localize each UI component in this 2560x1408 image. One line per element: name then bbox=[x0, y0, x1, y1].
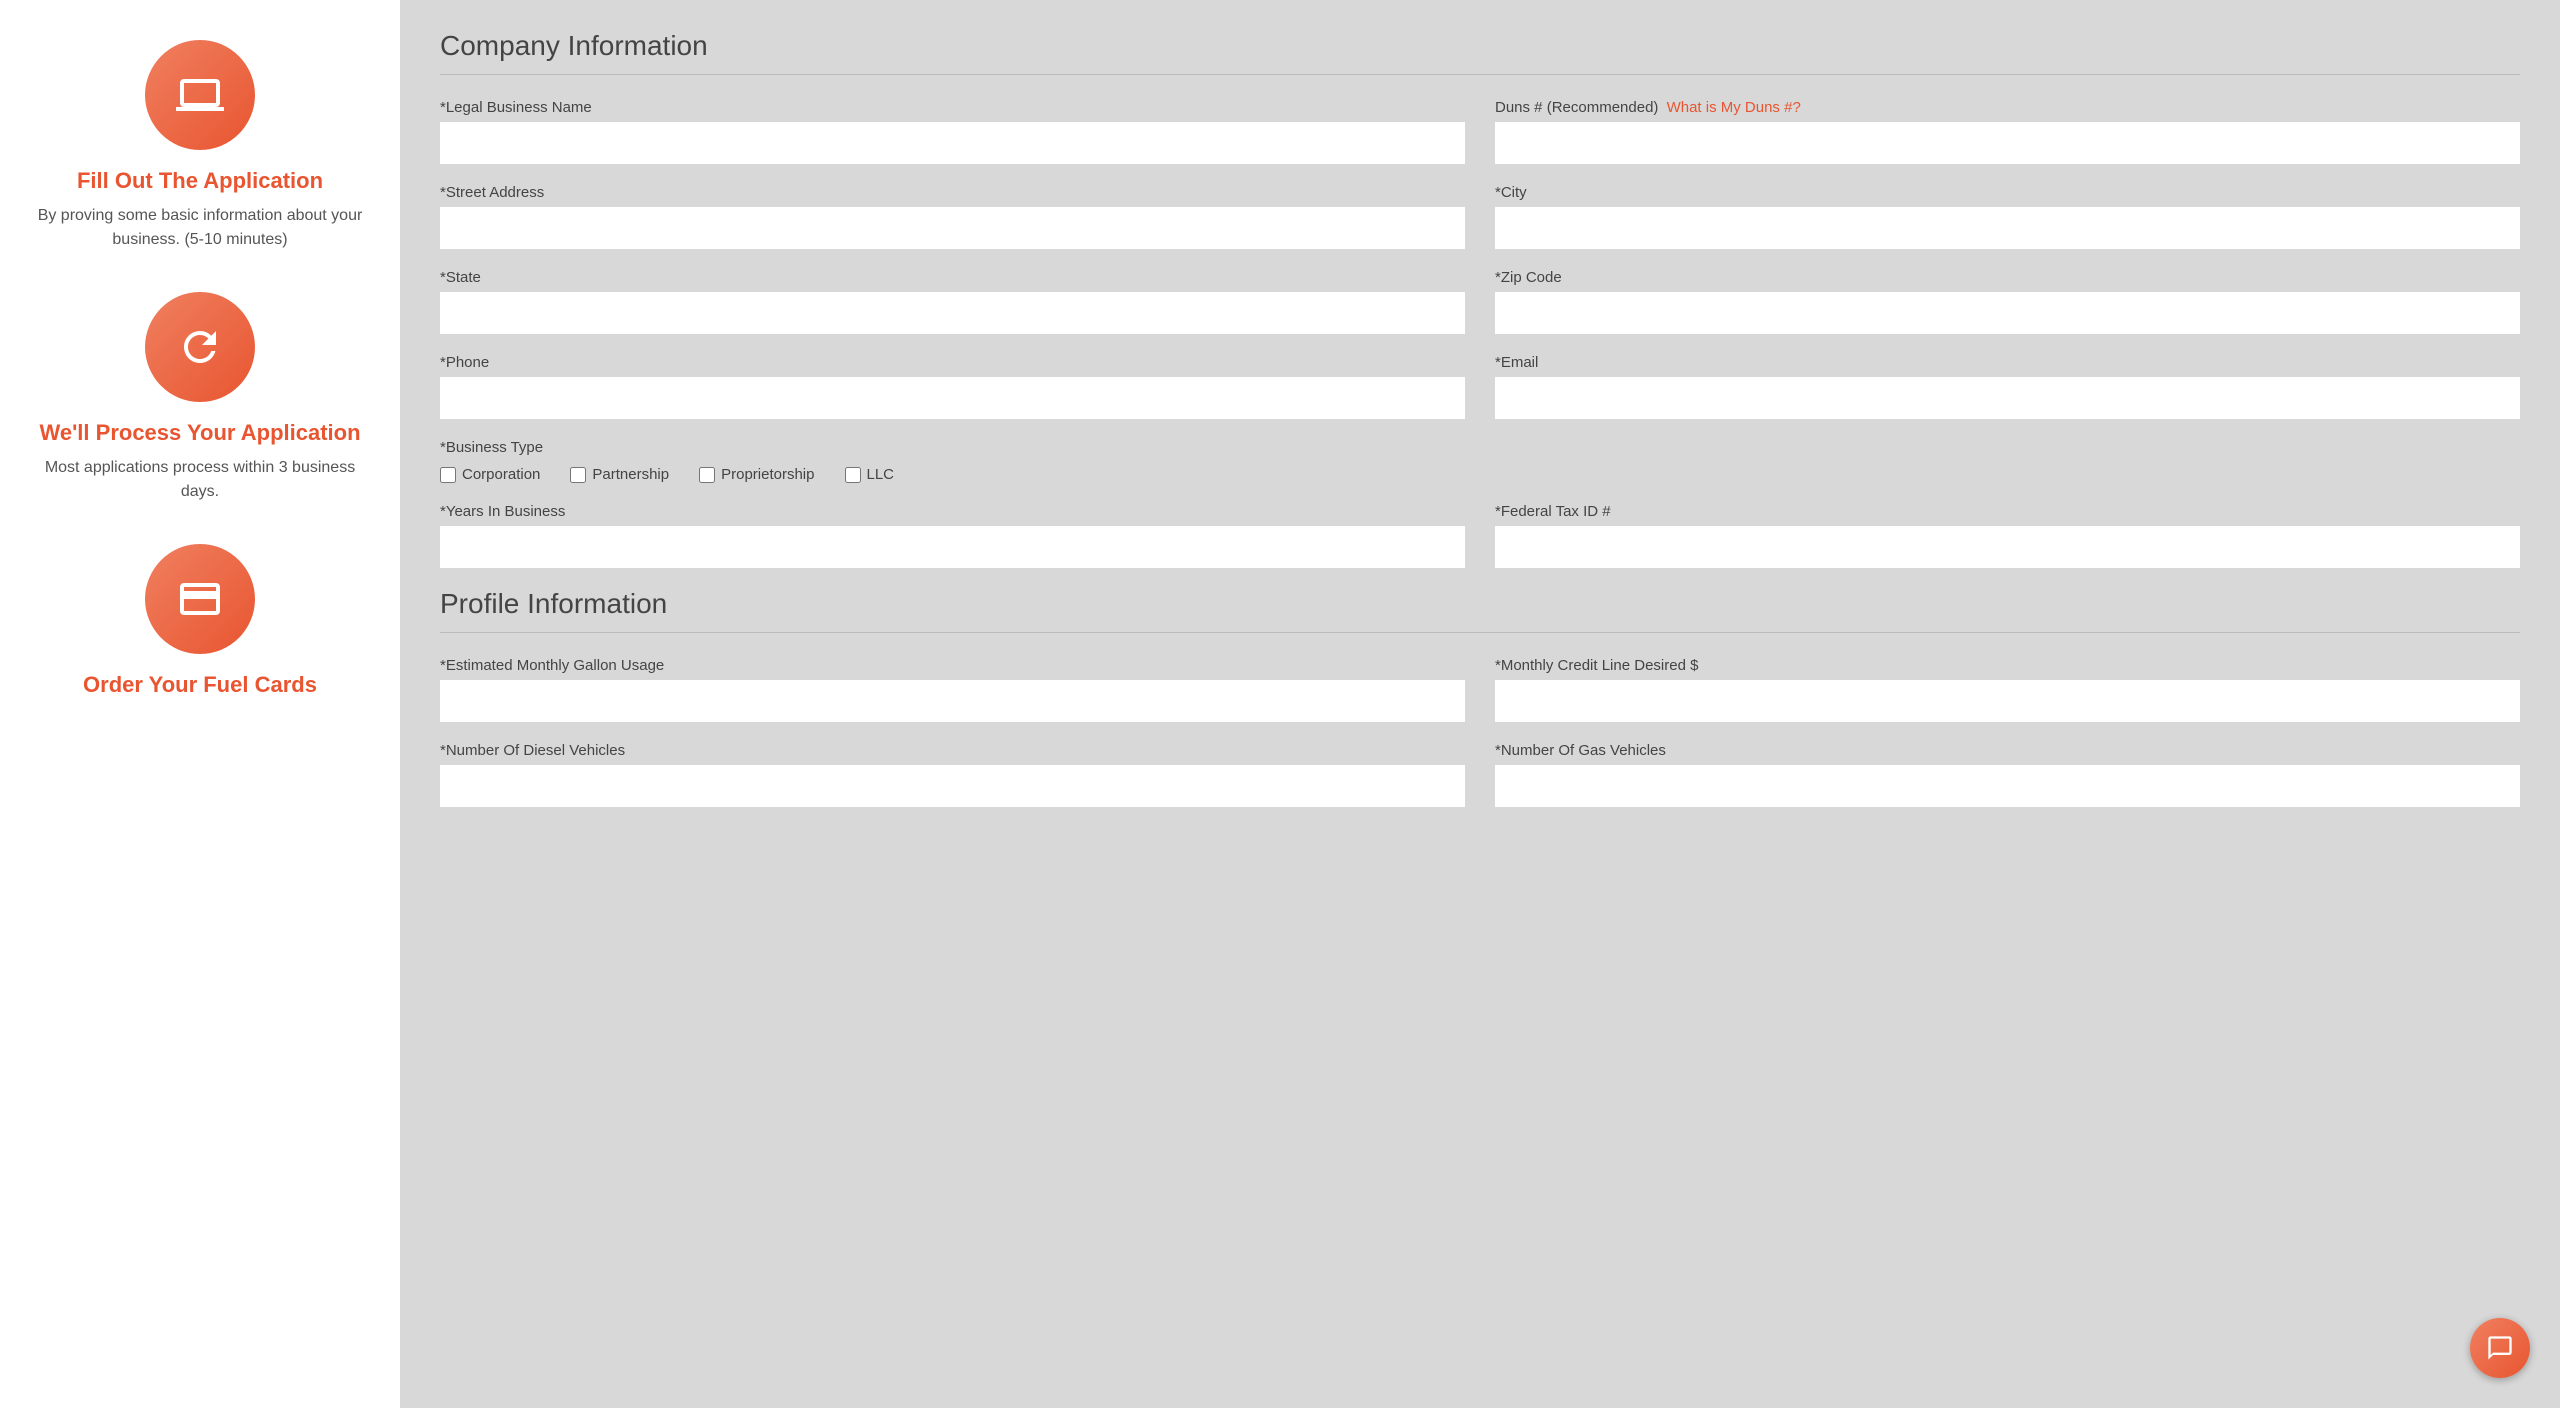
phone-label: *Phone bbox=[440, 354, 1465, 371]
checkbox-llc[interactable]: LLC bbox=[845, 466, 895, 483]
checkbox-proprietorship[interactable]: Proprietorship bbox=[699, 466, 814, 483]
partnership-label: Partnership bbox=[592, 466, 669, 483]
step-order-fuel-cards: Order Your Fuel Cards bbox=[83, 544, 317, 708]
proprietorship-label: Proprietorship bbox=[721, 466, 814, 483]
group-city: *City bbox=[1495, 184, 2520, 249]
state-input[interactable] bbox=[440, 292, 1465, 334]
number-gas-label: *Number Of Gas Vehicles bbox=[1495, 742, 2520, 759]
group-phone: *Phone bbox=[440, 354, 1465, 419]
step-2-desc: Most applications process within 3 busin… bbox=[30, 456, 370, 504]
federal-tax-id-input[interactable] bbox=[1495, 526, 2520, 568]
duns-label: Duns # (Recommended) What is My Duns #? bbox=[1495, 99, 2520, 116]
number-diesel-label: *Number Of Diesel Vehicles bbox=[440, 742, 1465, 759]
laptop-icon bbox=[176, 71, 224, 119]
group-number-diesel: *Number Of Diesel Vehicles bbox=[440, 742, 1465, 807]
group-federal-tax-id: *Federal Tax ID # bbox=[1495, 503, 2520, 568]
proprietorship-checkbox[interactable] bbox=[699, 467, 715, 483]
main-form-area: Company Information *Legal Business Name… bbox=[400, 0, 2560, 1408]
city-input[interactable] bbox=[1495, 207, 2520, 249]
email-label: *Email bbox=[1495, 354, 2520, 371]
group-number-gas: *Number Of Gas Vehicles bbox=[1495, 742, 2520, 807]
group-monthly-credit-line: *Monthly Credit Line Desired $ bbox=[1495, 657, 2520, 722]
estimated-monthly-gallon-label: *Estimated Monthly Gallon Usage bbox=[440, 657, 1465, 674]
step-1-title: Fill Out The Application bbox=[77, 168, 323, 194]
company-divider bbox=[440, 74, 2520, 75]
legal-business-name-input[interactable] bbox=[440, 122, 1465, 164]
federal-tax-id-label: *Federal Tax ID # bbox=[1495, 503, 2520, 520]
partnership-checkbox[interactable] bbox=[570, 467, 586, 483]
business-type-section: *Business Type Corporation Partnership P… bbox=[440, 439, 2520, 483]
group-years-in-business: *Years In Business bbox=[440, 503, 1465, 568]
business-type-label: *Business Type bbox=[440, 439, 2520, 456]
estimated-monthly-gallon-input[interactable] bbox=[440, 680, 1465, 722]
group-estimated-monthly-gallon: *Estimated Monthly Gallon Usage bbox=[440, 657, 1465, 722]
duns-link[interactable]: What is My Duns #? bbox=[1667, 99, 1801, 116]
row-phone-email: *Phone *Email bbox=[440, 354, 2520, 419]
refresh-icon bbox=[176, 323, 224, 371]
group-legal-business-name: *Legal Business Name bbox=[440, 99, 1465, 164]
chat-button[interactable] bbox=[2470, 1318, 2530, 1378]
corporation-checkbox[interactable] bbox=[440, 467, 456, 483]
step-2-circle bbox=[145, 292, 255, 402]
profile-divider bbox=[440, 632, 2520, 633]
city-label: *City bbox=[1495, 184, 2520, 201]
row-legal-duns: *Legal Business Name Duns # (Recommended… bbox=[440, 99, 2520, 164]
checkbox-partnership[interactable]: Partnership bbox=[570, 466, 669, 483]
state-label: *State bbox=[440, 269, 1465, 286]
group-state: *State bbox=[440, 269, 1465, 334]
group-email: *Email bbox=[1495, 354, 2520, 419]
street-address-label: *Street Address bbox=[440, 184, 1465, 201]
zip-code-input[interactable] bbox=[1495, 292, 2520, 334]
number-gas-input[interactable] bbox=[1495, 765, 2520, 807]
monthly-credit-line-input[interactable] bbox=[1495, 680, 2520, 722]
step-1-circle bbox=[145, 40, 255, 150]
row-address-city: *Street Address *City bbox=[440, 184, 2520, 249]
step-3-circle bbox=[145, 544, 255, 654]
checkbox-corporation[interactable]: Corporation bbox=[440, 466, 540, 483]
legal-business-name-label: *Legal Business Name bbox=[440, 99, 1465, 116]
step-process-application: We'll Process Your Application Most appl… bbox=[30, 292, 370, 504]
chat-icon bbox=[2486, 1334, 2514, 1362]
credit-card-icon bbox=[176, 575, 224, 623]
years-in-business-label: *Years In Business bbox=[440, 503, 1465, 520]
profile-section-title: Profile Information bbox=[440, 588, 2520, 620]
step-fill-application: Fill Out The Application By proving some… bbox=[30, 40, 370, 252]
sidebar: Fill Out The Application By proving some… bbox=[0, 0, 400, 1408]
group-zip-code: *Zip Code bbox=[1495, 269, 2520, 334]
corporation-label: Corporation bbox=[462, 466, 540, 483]
group-duns: Duns # (Recommended) What is My Duns #? bbox=[1495, 99, 2520, 164]
street-address-input[interactable] bbox=[440, 207, 1465, 249]
llc-checkbox[interactable] bbox=[845, 467, 861, 483]
step-2-title: We'll Process Your Application bbox=[39, 420, 360, 446]
group-street-address: *Street Address bbox=[440, 184, 1465, 249]
row-gallon-credit: *Estimated Monthly Gallon Usage *Monthly… bbox=[440, 657, 2520, 722]
phone-input[interactable] bbox=[440, 377, 1465, 419]
row-state-zip: *State *Zip Code bbox=[440, 269, 2520, 334]
llc-label: LLC bbox=[867, 466, 895, 483]
step-1-desc: By proving some basic information about … bbox=[30, 204, 370, 252]
email-input[interactable] bbox=[1495, 377, 2520, 419]
business-type-checkboxes: Corporation Partnership Proprietorship L… bbox=[440, 466, 2520, 483]
number-diesel-input[interactable] bbox=[440, 765, 1465, 807]
zip-code-label: *Zip Code bbox=[1495, 269, 2520, 286]
years-in-business-input[interactable] bbox=[440, 526, 1465, 568]
step-3-title: Order Your Fuel Cards bbox=[83, 672, 317, 698]
duns-input[interactable] bbox=[1495, 122, 2520, 164]
monthly-credit-line-label: *Monthly Credit Line Desired $ bbox=[1495, 657, 2520, 674]
row-years-taxid: *Years In Business *Federal Tax ID # bbox=[440, 503, 2520, 568]
row-diesel-gas: *Number Of Diesel Vehicles *Number Of Ga… bbox=[440, 742, 2520, 807]
company-section-title: Company Information bbox=[440, 30, 2520, 62]
